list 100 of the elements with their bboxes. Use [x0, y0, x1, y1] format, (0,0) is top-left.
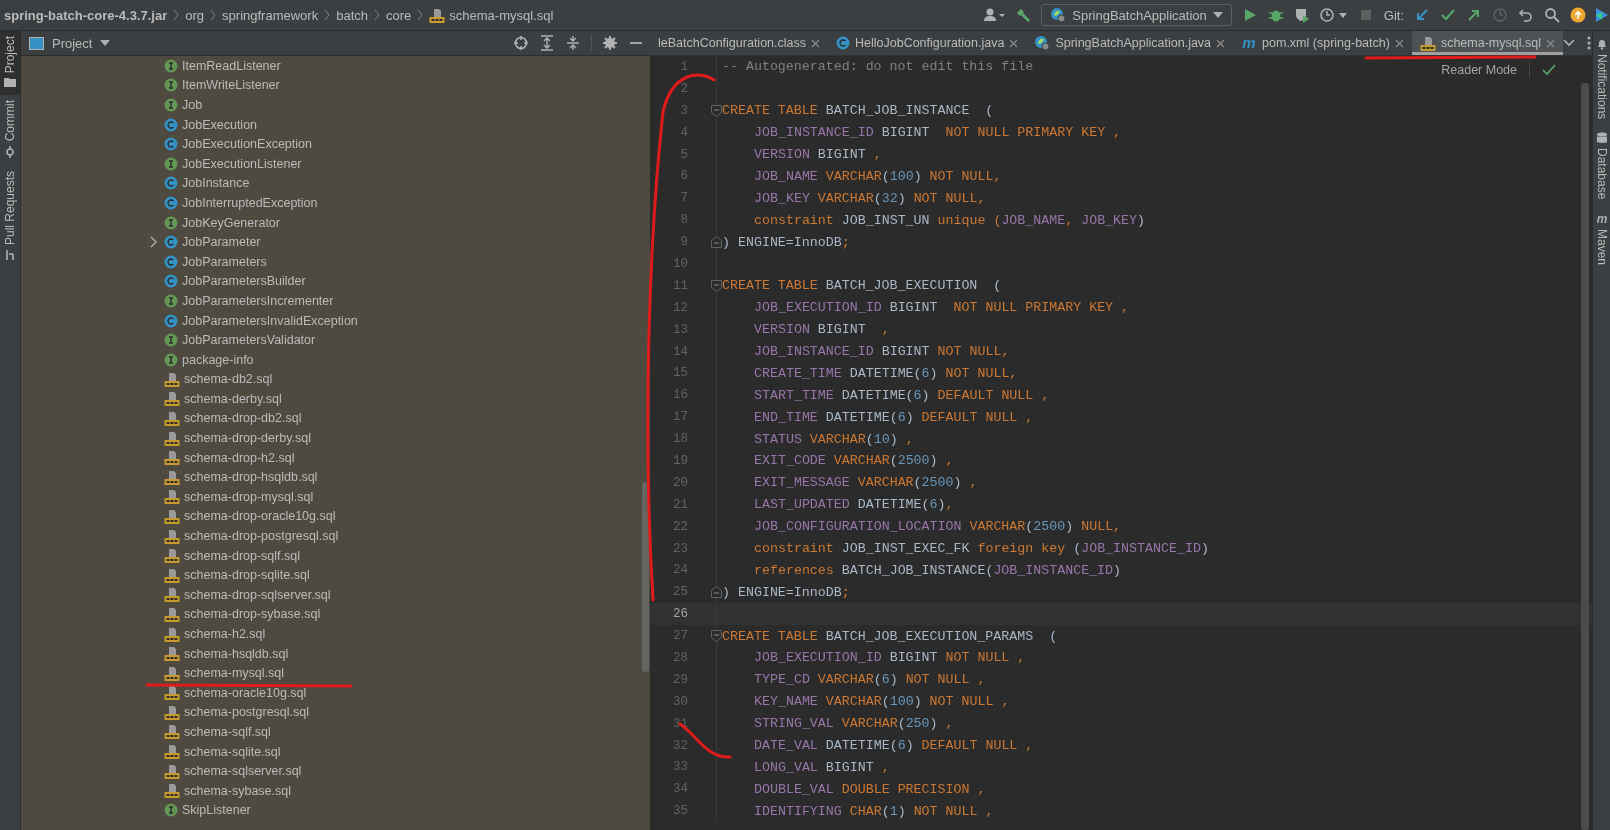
fold-marker-icon[interactable]	[711, 630, 722, 643]
tree-item[interactable]: JobParametersIncrementer	[182, 293, 334, 308]
tree-item[interactable]: JobParameters	[182, 254, 267, 269]
tree-item[interactable]: JobInstance	[182, 176, 250, 191]
tree-item[interactable]: schema-derby.sql	[184, 391, 282, 406]
search-icon[interactable]	[1544, 7, 1560, 23]
breadcrumb-item[interactable]: schema-mysql.sql	[429, 7, 554, 23]
push-arrow-icon[interactable]	[1466, 7, 1482, 23]
tree-item[interactable]: package-info	[182, 352, 254, 367]
tool-window-tab[interactable]: m Maven	[1593, 207, 1610, 273]
tree-item[interactable]: schema-oracle10g.sql	[184, 685, 307, 700]
tree-item[interactable]: schema-sqlf.sql	[184, 725, 271, 739]
tree-item[interactable]: JobParametersValidator	[182, 333, 316, 348]
line-number: 13	[672, 322, 689, 337]
class-icon	[164, 117, 178, 132]
tree-item[interactable]: schema-drop-mysql.sql	[184, 489, 314, 504]
close-icon[interactable]	[811, 38, 820, 48]
tree-item[interactable]: schema-drop-db2.sql	[184, 411, 302, 426]
close-icon[interactable]	[1009, 38, 1019, 48]
collapse-all-icon[interactable]	[565, 35, 581, 51]
more-icon[interactable]	[1586, 36, 1591, 50]
expand-all-icon[interactable]	[539, 35, 555, 51]
tree-item[interactable]: schema-sqlserver.sql	[184, 764, 302, 779]
undo-icon[interactable]	[1518, 7, 1534, 23]
tree-item[interactable]: schema-db2.sql	[184, 372, 273, 387]
code-line: constraint JOB_INST_EXEC_FK foreign key (JOB_INSTANCE_ID)	[754, 541, 1209, 557]
tree-item[interactable]: schema-drop-sqlserver.sql	[184, 587, 331, 602]
breadcrumb-item[interactable]: core	[386, 7, 412, 23]
tree-item[interactable]: schema-drop-oracle10g.sql	[184, 509, 336, 524]
sql-file-icon	[164, 744, 180, 760]
code-line: VERSION BIGINT ,	[754, 322, 890, 338]
update-arrow-icon[interactable]	[1414, 7, 1430, 23]
tree-item[interactable]: schema-drop-postgresql.sql	[184, 529, 339, 544]
maven-icon: m	[1241, 36, 1258, 50]
tree-item[interactable]: JobParametersInvalidException	[182, 313, 358, 328]
locate-icon[interactable]	[513, 35, 529, 51]
tree-item[interactable]: JobKeyGenerator	[182, 215, 280, 230]
close-icon[interactable]	[1545, 38, 1555, 48]
tree-item[interactable]: JobExecutionListener	[182, 156, 302, 171]
tree-item[interactable]: schema-postgresql.sql	[184, 705, 310, 720]
fold-marker-icon[interactable]	[711, 279, 722, 292]
code-line: JOB_KEY VARCHAR(32) NOT NULL,	[754, 190, 986, 206]
fold-marker-icon[interactable]	[711, 586, 722, 599]
tree-item[interactable]: schema-h2.sql	[184, 627, 266, 641]
tool-window-tab[interactable]: Pull Requests	[0, 165, 20, 269]
hammer-icon[interactable]	[1015, 7, 1032, 23]
tree-item[interactable]: schema-drop-derby.sql	[184, 431, 311, 446]
tree-item[interactable]: JobExecution	[182, 117, 258, 132]
sql-file-icon	[164, 626, 180, 642]
sql-file-icon	[164, 724, 180, 740]
profiler-icon[interactable]	[1319, 7, 1348, 23]
breadcrumb-item[interactable]: org	[185, 7, 205, 23]
tree-item[interactable]: schema-sqlite.sql	[184, 744, 281, 759]
code-line: CREATE TABLE BATCH_JOB_INSTANCE (	[722, 103, 994, 119]
line-number: 20	[672, 475, 689, 490]
close-icon[interactable]	[1216, 38, 1226, 48]
tool-window-tab[interactable]: Commit	[0, 95, 20, 166]
close-icon[interactable]	[1394, 38, 1404, 48]
update-icon[interactable]	[1570, 7, 1586, 23]
project-view-dropdown[interactable]: Project	[25, 35, 115, 51]
checkmark-icon[interactable]	[1440, 7, 1456, 23]
settings-icon[interactable]	[602, 35, 618, 51]
tool-window-tab[interactable]: Database	[1593, 127, 1610, 208]
breadcrumb-item[interactable]: spring-batch-core-4.3.7.jar	[4, 7, 168, 23]
tree-item[interactable]: JobInterruptedException	[182, 195, 318, 210]
reader-mode-link[interactable]: Reader Mode	[1441, 63, 1517, 77]
breadcrumb-item[interactable]: batch	[336, 7, 368, 23]
tool-window-tab[interactable]: Notifications	[1593, 33, 1610, 128]
line-number: 15	[672, 366, 689, 381]
editor-tab[interactable]: schema-mysql.sql	[1411, 31, 1563, 55]
user-icon[interactable]	[983, 7, 1006, 23]
tree-item[interactable]: JobExecutionException	[182, 137, 312, 152]
tree-item[interactable]: ItemWriteListener	[182, 78, 280, 93]
fold-marker-icon[interactable]	[711, 236, 722, 249]
breadcrumb-item[interactable]: springframework	[222, 7, 319, 23]
tree-item[interactable]: schema-drop-hsqldb.sql	[184, 470, 318, 485]
tree-item[interactable]: schema-sybase.sql	[184, 783, 291, 798]
tree-item[interactable]: schema-mysql.sql	[184, 666, 285, 681]
tree-item[interactable]: JobParametersBuilder	[182, 274, 306, 289]
tree-item[interactable]: ItemReadListener	[182, 58, 281, 73]
tree-item[interactable]: schema-hsqldb.sql	[184, 646, 289, 661]
run-configuration-dropdown[interactable]: SpringBatchApplication	[1041, 4, 1232, 26]
tool-window-tab[interactable]: Project	[0, 31, 20, 96]
fold-marker-icon[interactable]	[711, 104, 722, 117]
tree-item[interactable]: SkipListener	[182, 803, 251, 818]
sql-file-icon	[164, 704, 180, 720]
line-number: 32	[672, 738, 689, 753]
scrollbar[interactable]	[1581, 83, 1589, 830]
tree-item[interactable]: schema-drop-h2.sql	[184, 450, 295, 465]
code-line: IDENTIFYING CHAR(1) NOT NULL ,	[754, 803, 994, 819]
scrollbar[interactable]	[642, 482, 649, 672]
tree-item[interactable]: Job	[182, 98, 203, 112]
tree-item[interactable]: schema-drop-sybase.sql	[184, 607, 321, 622]
chevron-down-icon[interactable]	[1562, 39, 1575, 47]
tree-item[interactable]: JobParameter	[182, 235, 261, 250]
toolbox-logo-icon[interactable]	[1596, 7, 1608, 23]
tree-item[interactable]: schema-drop-sqlite.sql	[184, 568, 310, 583]
coverage-icon[interactable]	[1293, 7, 1310, 23]
tree-item[interactable]: schema-drop-sqlf.sql	[184, 548, 300, 563]
class-icon	[164, 176, 178, 191]
